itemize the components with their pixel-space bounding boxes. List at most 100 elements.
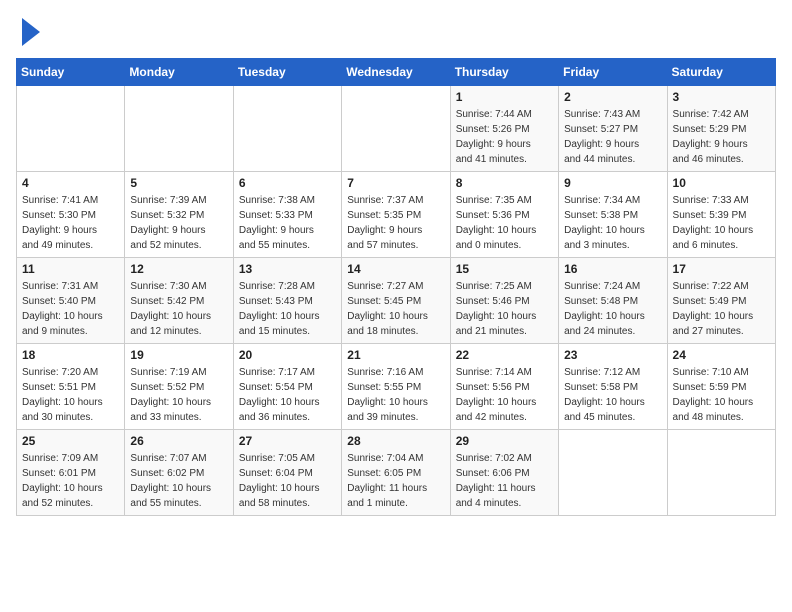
day-header-sunday: Sunday xyxy=(17,59,125,86)
day-number: 10 xyxy=(673,176,770,190)
day-info: Sunrise: 7:35 AM Sunset: 5:36 PM Dayligh… xyxy=(456,193,553,253)
calendar-cell: 12 Sunrise: 7:30 AM Sunset: 5:42 PM Dayli… xyxy=(125,258,233,344)
day-number: 6 xyxy=(239,176,336,190)
day-number: 21 xyxy=(347,348,444,362)
calendar-cell: 27 Sunrise: 7:05 AM Sunset: 6:04 PM Dayli… xyxy=(233,430,341,516)
day-info: Sunrise: 7:31 AM Sunset: 5:40 PM Dayligh… xyxy=(22,279,119,339)
day-info: Sunrise: 7:25 AM Sunset: 5:46 PM Dayligh… xyxy=(456,279,553,339)
page-header xyxy=(16,16,776,46)
calendar-cell xyxy=(559,430,667,516)
calendar-cell: 25 Sunrise: 7:09 AM Sunset: 6:01 PM Dayli… xyxy=(17,430,125,516)
day-info: Sunrise: 7:10 AM Sunset: 5:59 PM Dayligh… xyxy=(673,365,770,425)
calendar-cell xyxy=(17,86,125,172)
calendar-cell xyxy=(667,430,775,516)
day-number: 25 xyxy=(22,434,119,448)
week-row-4: 18 Sunrise: 7:20 AM Sunset: 5:51 PM Dayli… xyxy=(17,344,776,430)
day-info: Sunrise: 7:05 AM Sunset: 6:04 PM Dayligh… xyxy=(239,451,336,511)
day-header-wednesday: Wednesday xyxy=(342,59,450,86)
day-info: Sunrise: 7:19 AM Sunset: 5:52 PM Dayligh… xyxy=(130,365,227,425)
day-number: 18 xyxy=(22,348,119,362)
calendar-cell: 1 Sunrise: 7:44 AM Sunset: 5:26 PM Daylig… xyxy=(450,86,558,172)
day-number: 17 xyxy=(673,262,770,276)
day-number: 7 xyxy=(347,176,444,190)
calendar-cell: 4 Sunrise: 7:41 AM Sunset: 5:30 PM Daylig… xyxy=(17,172,125,258)
calendar-cell: 13 Sunrise: 7:28 AM Sunset: 5:43 PM Dayli… xyxy=(233,258,341,344)
day-info: Sunrise: 7:33 AM Sunset: 5:39 PM Dayligh… xyxy=(673,193,770,253)
day-number: 24 xyxy=(673,348,770,362)
day-info: Sunrise: 7:28 AM Sunset: 5:43 PM Dayligh… xyxy=(239,279,336,339)
day-info: Sunrise: 7:17 AM Sunset: 5:54 PM Dayligh… xyxy=(239,365,336,425)
calendar-cell: 14 Sunrise: 7:27 AM Sunset: 5:45 PM Dayli… xyxy=(342,258,450,344)
day-number: 27 xyxy=(239,434,336,448)
day-number: 16 xyxy=(564,262,661,276)
calendar-cell: 28 Sunrise: 7:04 AM Sunset: 6:05 PM Dayli… xyxy=(342,430,450,516)
day-info: Sunrise: 7:02 AM Sunset: 6:06 PM Dayligh… xyxy=(456,451,553,511)
day-info: Sunrise: 7:39 AM Sunset: 5:32 PM Dayligh… xyxy=(130,193,227,253)
day-number: 4 xyxy=(22,176,119,190)
day-header-thursday: Thursday xyxy=(450,59,558,86)
calendar-cell: 26Sunrise: 7:07 AM Sunset: 6:02 PM Dayli… xyxy=(125,430,233,516)
day-info: Sunrise: 7:12 AM Sunset: 5:58 PM Dayligh… xyxy=(564,365,661,425)
calendar-cell: 2 Sunrise: 7:43 AM Sunset: 5:27 PM Daylig… xyxy=(559,86,667,172)
day-number: 12 xyxy=(130,262,227,276)
calendar-cell: 19 Sunrise: 7:19 AM Sunset: 5:52 PM Dayli… xyxy=(125,344,233,430)
day-info: Sunrise: 7:37 AM Sunset: 5:35 PM Dayligh… xyxy=(347,193,444,253)
calendar-cell: 16 Sunrise: 7:24 AM Sunset: 5:48 PM Dayli… xyxy=(559,258,667,344)
day-number: 2 xyxy=(564,90,661,104)
day-header-monday: Monday xyxy=(125,59,233,86)
calendar-cell: 18 Sunrise: 7:20 AM Sunset: 5:51 PM Dayli… xyxy=(17,344,125,430)
day-number: 22 xyxy=(456,348,553,362)
day-info: Sunrise: 7:04 AM Sunset: 6:05 PM Dayligh… xyxy=(347,451,444,511)
days-header-row: SundayMondayTuesdayWednesdayThursdayFrid… xyxy=(17,59,776,86)
day-info: Sunrise: 7:43 AM Sunset: 5:27 PM Dayligh… xyxy=(564,107,661,167)
day-info: Sunrise: 7:22 AM Sunset: 5:49 PM Dayligh… xyxy=(673,279,770,339)
day-info: Sunrise: 7:20 AM Sunset: 5:51 PM Dayligh… xyxy=(22,365,119,425)
day-number: 11 xyxy=(22,262,119,276)
calendar-cell: 6 Sunrise: 7:38 AM Sunset: 5:33 PM Daylig… xyxy=(233,172,341,258)
day-number: 1 xyxy=(456,90,553,104)
day-info: Sunrise: 7:27 AM Sunset: 5:45 PM Dayligh… xyxy=(347,279,444,339)
day-header-tuesday: Tuesday xyxy=(233,59,341,86)
calendar-cell: 24 Sunrise: 7:10 AM Sunset: 5:59 PM Dayli… xyxy=(667,344,775,430)
day-number: 5 xyxy=(130,176,227,190)
calendar-cell: 5 Sunrise: 7:39 AM Sunset: 5:32 PM Daylig… xyxy=(125,172,233,258)
calendar-cell: 7 Sunrise: 7:37 AM Sunset: 5:35 PM Daylig… xyxy=(342,172,450,258)
day-info: Sunrise: 7:09 AM Sunset: 6:01 PM Dayligh… xyxy=(22,451,119,511)
calendar-cell: 11 Sunrise: 7:31 AM Sunset: 5:40 PM Dayli… xyxy=(17,258,125,344)
day-number: 20 xyxy=(239,348,336,362)
day-number: 26 xyxy=(130,434,227,448)
day-info: Sunrise: 7:41 AM Sunset: 5:30 PM Dayligh… xyxy=(22,193,119,253)
day-number: 15 xyxy=(456,262,553,276)
day-number: 9 xyxy=(564,176,661,190)
calendar-cell xyxy=(342,86,450,172)
calendar-cell: 15 Sunrise: 7:25 AM Sunset: 5:46 PM Dayli… xyxy=(450,258,558,344)
calendar-cell: 22Sunrise: 7:14 AM Sunset: 5:56 PM Dayli… xyxy=(450,344,558,430)
calendar-cell: 8 Sunrise: 7:35 AM Sunset: 5:36 PM Daylig… xyxy=(450,172,558,258)
week-row-1: 1 Sunrise: 7:44 AM Sunset: 5:26 PM Daylig… xyxy=(17,86,776,172)
day-info: Sunrise: 7:16 AM Sunset: 5:55 PM Dayligh… xyxy=(347,365,444,425)
day-number: 28 xyxy=(347,434,444,448)
week-row-3: 11 Sunrise: 7:31 AM Sunset: 5:40 PM Dayli… xyxy=(17,258,776,344)
calendar-cell: 23Sunrise: 7:12 AM Sunset: 5:58 PM Dayli… xyxy=(559,344,667,430)
calendar-table: SundayMondayTuesdayWednesdayThursdayFrid… xyxy=(16,58,776,516)
day-info: Sunrise: 7:42 AM Sunset: 5:29 PM Dayligh… xyxy=(673,107,770,167)
day-number: 3 xyxy=(673,90,770,104)
logo xyxy=(16,16,40,46)
calendar-cell: 9Sunrise: 7:34 AM Sunset: 5:38 PM Daylig… xyxy=(559,172,667,258)
calendar-cell: 29 Sunrise: 7:02 AM Sunset: 6:06 PM Dayli… xyxy=(450,430,558,516)
day-number: 14 xyxy=(347,262,444,276)
day-info: Sunrise: 7:38 AM Sunset: 5:33 PM Dayligh… xyxy=(239,193,336,253)
day-number: 13 xyxy=(239,262,336,276)
day-number: 19 xyxy=(130,348,227,362)
calendar-cell: 21 Sunrise: 7:16 AM Sunset: 5:55 PM Dayli… xyxy=(342,344,450,430)
day-number: 29 xyxy=(456,434,553,448)
calendar-cell: 3 Sunrise: 7:42 AM Sunset: 5:29 PM Daylig… xyxy=(667,86,775,172)
week-row-2: 4 Sunrise: 7:41 AM Sunset: 5:30 PM Daylig… xyxy=(17,172,776,258)
day-info: Sunrise: 7:44 AM Sunset: 5:26 PM Dayligh… xyxy=(456,107,553,167)
day-number: 8 xyxy=(456,176,553,190)
logo-arrow-icon xyxy=(22,18,40,46)
day-info: Sunrise: 7:30 AM Sunset: 5:42 PM Dayligh… xyxy=(130,279,227,339)
calendar-cell: 10 Sunrise: 7:33 AM Sunset: 5:39 PM Dayli… xyxy=(667,172,775,258)
day-header-friday: Friday xyxy=(559,59,667,86)
day-info: Sunrise: 7:24 AM Sunset: 5:48 PM Dayligh… xyxy=(564,279,661,339)
